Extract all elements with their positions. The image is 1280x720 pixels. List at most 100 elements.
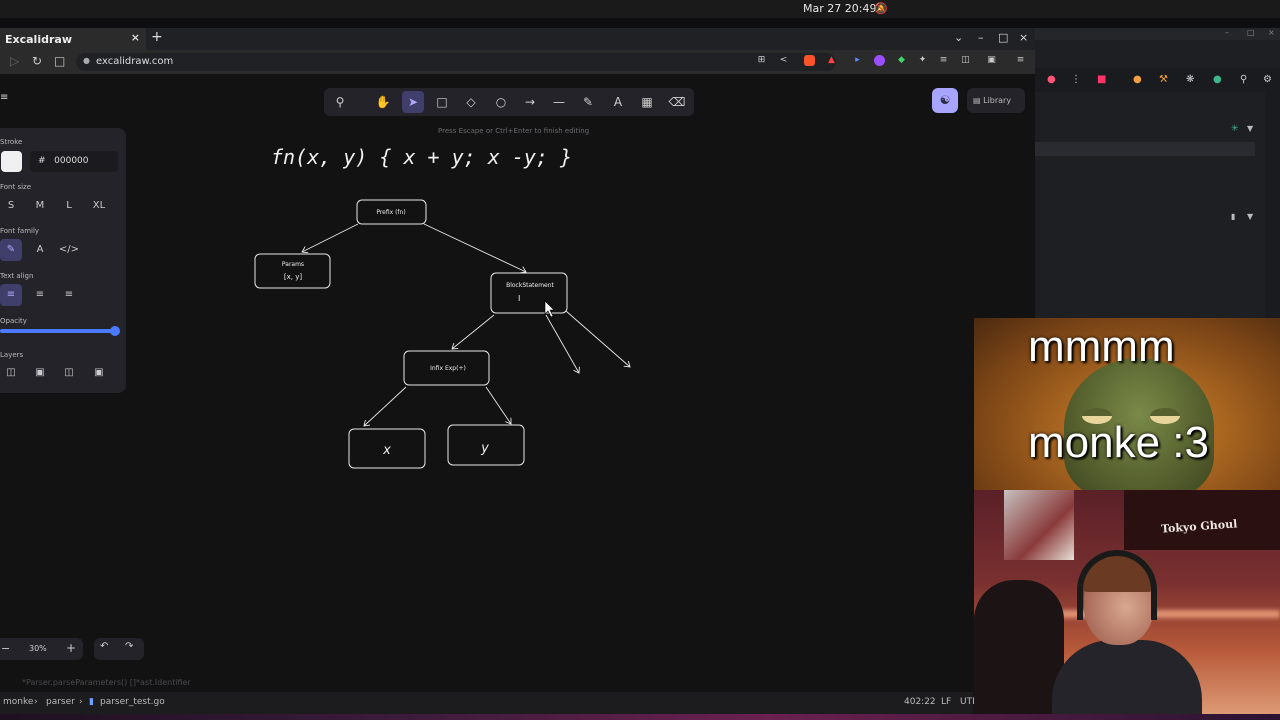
send-backward-icon[interactable]: ▣ bbox=[29, 362, 51, 384]
rectangle-tool-icon[interactable]: □ bbox=[431, 91, 453, 113]
puzzle-icon[interactable]: ✦ bbox=[917, 55, 928, 66]
selection-tool-icon[interactable]: ➤ bbox=[402, 91, 424, 113]
diamond-tool-icon[interactable]: ◇ bbox=[460, 91, 482, 113]
build-icon[interactable]: ⚒ bbox=[1159, 74, 1168, 85]
node-root[interactable]: Prefix (fn) bbox=[356, 199, 427, 225]
zoom-level[interactable]: 30% bbox=[29, 644, 47, 653]
align-center-icon[interactable]: ≡ bbox=[29, 284, 51, 306]
eraser-tool-icon[interactable]: ⌫ bbox=[666, 91, 688, 113]
excalidraw-canvas[interactable]: fn(x, y) { x + y; x -y; } Prefix (fn) Pa… bbox=[0, 78, 1025, 672]
ide-minimize-button[interactable]: – bbox=[1225, 28, 1229, 37]
breadcrumb-folder[interactable]: parser bbox=[46, 697, 75, 707]
tab-close-icon[interactable]: × bbox=[131, 31, 140, 44]
ide-chevron-down-icon-2[interactable]: ▼ bbox=[1247, 212, 1253, 221]
cursor-position[interactable]: 402:22 bbox=[904, 697, 936, 707]
heading-text[interactable]: fn(x, y) { x + y; x -y; } bbox=[271, 145, 572, 169]
url-field[interactable]: ● excalidraw.com bbox=[76, 53, 836, 71]
bring-forward-icon[interactable]: ◫ bbox=[58, 362, 80, 384]
maximize-button[interactable]: □ bbox=[998, 31, 1008, 44]
normal-font-icon[interactable]: A bbox=[29, 239, 51, 261]
more-icon[interactable]: ⋮ bbox=[1071, 74, 1081, 85]
font-size-l[interactable]: L bbox=[58, 195, 80, 217]
node-infix[interactable]: Infix Exp(+) bbox=[403, 350, 490, 386]
close-window-button[interactable]: × bbox=[1019, 31, 1028, 44]
search-icon[interactable]: ⚲ bbox=[1240, 74, 1247, 85]
tab-search-icon[interactable]: ⌄ bbox=[954, 31, 963, 44]
hand-tool-icon[interactable]: ✋ bbox=[372, 91, 394, 113]
align-right-icon[interactable]: ≡ bbox=[58, 284, 80, 306]
bring-to-front-icon[interactable]: ▣ bbox=[88, 362, 110, 384]
stroke-hex-input[interactable]: # 000000 bbox=[30, 151, 118, 172]
extension-purple-icon[interactable] bbox=[874, 55, 885, 66]
edge-block-infix[interactable] bbox=[452, 314, 495, 349]
ide-highlight-row[interactable] bbox=[1035, 142, 1255, 156]
share-icon[interactable]: < bbox=[778, 55, 789, 66]
image-tool-icon[interactable]: ▦ bbox=[636, 91, 658, 113]
ide-close-button[interactable]: × bbox=[1268, 28, 1275, 37]
lock-tool-icon[interactable]: ⚲ bbox=[329, 91, 351, 113]
bell-icon[interactable]: 🔕 bbox=[874, 2, 888, 15]
send-to-back-icon[interactable]: ◫ bbox=[0, 362, 22, 384]
status-dot-icon[interactable]: ● bbox=[1213, 74, 1222, 85]
line-ending[interactable]: LF bbox=[941, 697, 951, 707]
node-y[interactable]: y bbox=[447, 424, 525, 466]
edge-root-params[interactable] bbox=[302, 223, 359, 252]
code-font-icon[interactable]: </> bbox=[58, 239, 80, 261]
collaborate-button[interactable]: ☯ bbox=[932, 88, 958, 113]
font-size-m[interactable]: M bbox=[29, 195, 51, 217]
ide-bookmark-icon[interactable]: ▮ bbox=[1231, 212, 1235, 221]
arrow-tool-icon[interactable]: → bbox=[519, 91, 541, 113]
minimize-button[interactable]: – bbox=[978, 31, 984, 44]
ai-icon[interactable]: ❋ bbox=[1186, 74, 1194, 85]
settings-icon[interactable]: ⚙ bbox=[1263, 74, 1272, 85]
ide-bug-icon[interactable]: ✳ bbox=[1231, 124, 1239, 134]
zoom-out-button[interactable]: − bbox=[1, 642, 10, 655]
ide-chevron-down-icon[interactable]: ▼ bbox=[1247, 124, 1253, 133]
reload-icon[interactable]: ↻ bbox=[32, 54, 42, 68]
edge-infix-x[interactable] bbox=[364, 386, 407, 426]
bookmark-icon[interactable]: □ bbox=[54, 54, 65, 68]
wallet-icon[interactable]: ▣ bbox=[986, 55, 997, 66]
edge-root-block[interactable] bbox=[423, 223, 526, 272]
undo-button[interactable]: ↶ bbox=[100, 641, 108, 652]
library-button[interactable]: ▤ Library bbox=[967, 88, 1025, 113]
forward-icon[interactable]: ▷ bbox=[10, 54, 19, 68]
debug-icon[interactable]: ● bbox=[1047, 74, 1056, 85]
tab-excalidraw[interactable]: Excalidraw × bbox=[0, 28, 146, 50]
ellipse-tool-icon[interactable]: ○ bbox=[490, 91, 512, 113]
os-clock[interactable]: Mar 27 20:49 bbox=[803, 2, 876, 15]
line-tool-icon[interactable]: — bbox=[548, 91, 570, 113]
font-size-s[interactable]: S bbox=[0, 195, 22, 217]
stop-icon[interactable]: ■ bbox=[1097, 74, 1106, 85]
text-tool-icon[interactable]: A bbox=[607, 91, 629, 113]
opacity-slider[interactable] bbox=[0, 329, 117, 333]
edge-block-child2[interactable] bbox=[565, 310, 630, 367]
redo-button[interactable]: ↷ bbox=[125, 641, 133, 652]
font-size-xl[interactable]: XL bbox=[88, 195, 110, 217]
node-params[interactable]: Params [x, y] bbox=[254, 253, 331, 289]
sidebar-icon[interactable]: ◫ bbox=[960, 55, 971, 66]
breadcrumb-file[interactable]: parser_test.go bbox=[100, 697, 165, 707]
extension-green-icon[interactable]: ◆ bbox=[896, 55, 907, 66]
extension-icon[interactable]: ▸ bbox=[852, 55, 863, 66]
new-tab-button[interactable]: + bbox=[151, 29, 163, 45]
align-left-icon[interactable]: ≡ bbox=[0, 284, 22, 306]
brave-rewards-icon[interactable]: ▲ bbox=[826, 55, 837, 66]
users-icon[interactable]: ● bbox=[1133, 74, 1142, 85]
node-x[interactable]: x bbox=[348, 428, 426, 469]
menu-icon[interactable]: ≡ bbox=[1015, 55, 1026, 66]
main-menu-icon[interactable]: ≡ bbox=[0, 92, 10, 103]
opacity-slider-thumb[interactable] bbox=[110, 326, 120, 336]
install-app-icon[interactable]: ⊞ bbox=[756, 55, 767, 66]
media-icon[interactable]: ≡ bbox=[938, 55, 949, 66]
hand-drawn-font-icon[interactable]: ✎ bbox=[0, 239, 22, 261]
breadcrumb-project[interactable]: monke bbox=[3, 697, 33, 707]
edge-infix-y[interactable] bbox=[485, 386, 511, 424]
stroke-swatch[interactable] bbox=[1, 151, 22, 172]
ide-maximize-button[interactable]: □ bbox=[1247, 28, 1255, 37]
draw-tool-icon[interactable]: ✎ bbox=[577, 91, 599, 113]
edge-block-child1[interactable] bbox=[545, 314, 579, 373]
zoom-in-button[interactable]: + bbox=[66, 641, 76, 655]
node-block[interactable]: BlockStatement I bbox=[490, 272, 568, 314]
brave-shield-icon[interactable] bbox=[804, 55, 815, 66]
